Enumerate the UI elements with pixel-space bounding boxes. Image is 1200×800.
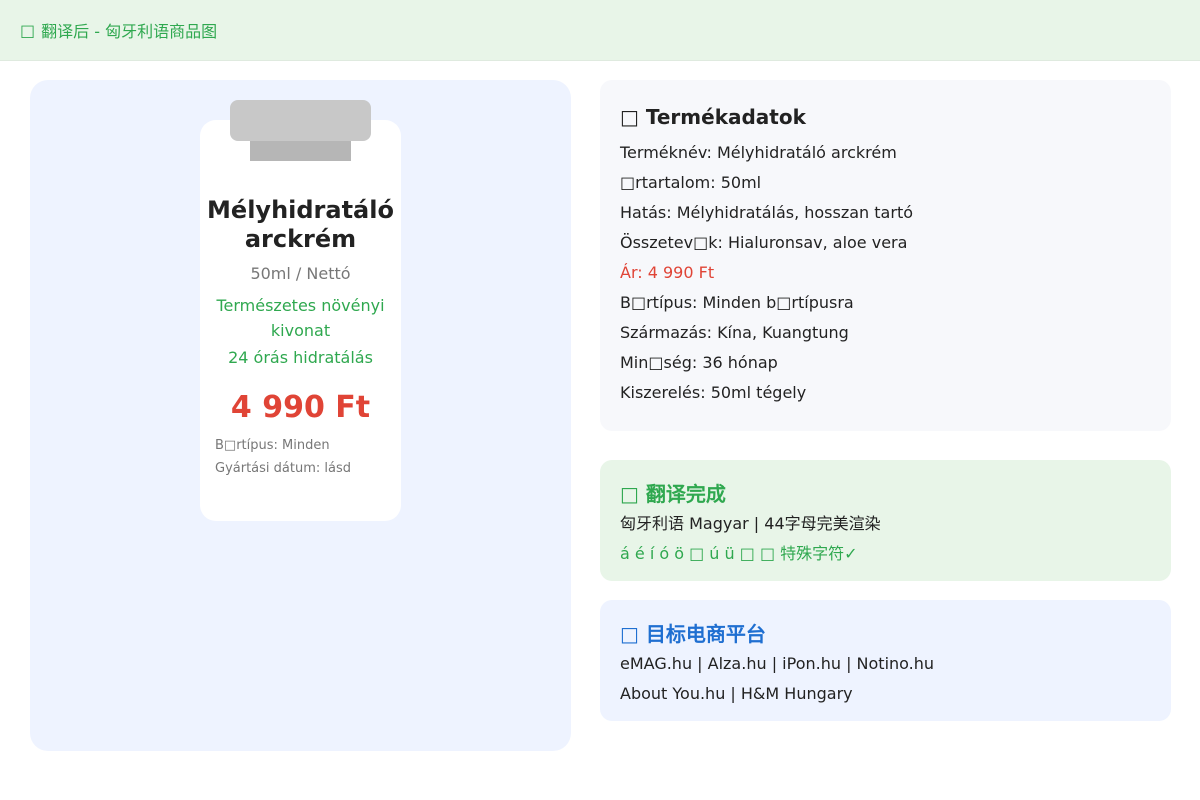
- jar-price: 4 990 Ft: [230, 390, 371, 425]
- jar-production-date: Gyártási dátum: lásd: [215, 461, 351, 476]
- jar-feature-hydration: 24 órás hidratálás: [228, 348, 373, 367]
- details-icon: □: [620, 105, 639, 129]
- detail-volume: □rtartalom: 50ml: [620, 173, 762, 192]
- detail-shelf-life: Min□ség: 36 hónap: [620, 353, 778, 372]
- status-title-text: 翻译完成: [645, 482, 726, 506]
- translation-status-card: □ 翻译完成 匈牙利语 Magyar | 44字母完美渲染 á é í ó ö …: [600, 460, 1171, 581]
- platforms-icon: □: [620, 622, 639, 646]
- detail-ingredients: Összetev□k: Hialuronsav, aloe vera: [620, 233, 908, 252]
- detail-skin-type: B□rtípus: Minden b□rtípusra: [620, 293, 854, 312]
- jar-neck: [250, 139, 351, 161]
- jar-skin-type: B□rtípus: Minden: [215, 438, 330, 453]
- target-platforms-card: □ 目标电商平台 eMAG.hu | Alza.hu | iPon.hu | N…: [600, 600, 1171, 721]
- jar-product-name: Mélyhidratáló arckrém: [207, 196, 394, 253]
- page-header: □ 翻译后 - 匈牙利语商品图: [0, 0, 1200, 61]
- detail-effect: Hatás: Mélyhidratálás, hosszan tartó: [620, 203, 913, 222]
- detail-packaging: Kiszerelés: 50ml tégely: [620, 383, 807, 402]
- jar-feature-natural: Természetes növényi kivonat: [216, 296, 385, 340]
- status-characters-line: á é í ó ö □ ú ü □ □ 特殊字符✓: [620, 544, 858, 563]
- platforms-title: □ 目标电商平台: [620, 619, 1151, 649]
- product-image-panel: Mélyhidratáló arckrém 50ml / Nettó Termé…: [30, 80, 571, 751]
- platforms-line-2: About You.hu | H&M Hungary: [620, 684, 853, 703]
- detail-price: Ár: 4 990 Ft: [620, 263, 715, 282]
- details-title-text: Termékadatok: [645, 105, 806, 129]
- product-details-card: □ Termékadatok Terméknév: Mélyhidratáló …: [600, 80, 1171, 431]
- jar-size: 50ml / Nettó: [250, 264, 351, 283]
- platforms-line-1: eMAG.hu | Alza.hu | iPon.hu | Notino.hu: [620, 654, 935, 673]
- status-icon: □: [620, 482, 639, 506]
- status-title: □ 翻译完成: [620, 479, 1151, 509]
- jar-lid: [230, 100, 371, 141]
- header-icon: □: [20, 20, 36, 40]
- header-title: 翻译后 - 匈牙利语商品图: [41, 22, 218, 41]
- platforms-title-text: 目标电商平台: [645, 622, 766, 646]
- detail-origin: Származás: Kína, Kuangtung: [620, 323, 849, 342]
- status-language-line: 匈牙利语 Magyar | 44字母完美渲染: [620, 514, 881, 533]
- product-details-title: □ Termékadatok: [620, 102, 1151, 132]
- detail-product-name: Terméknév: Mélyhidratáló arckrém: [620, 143, 897, 162]
